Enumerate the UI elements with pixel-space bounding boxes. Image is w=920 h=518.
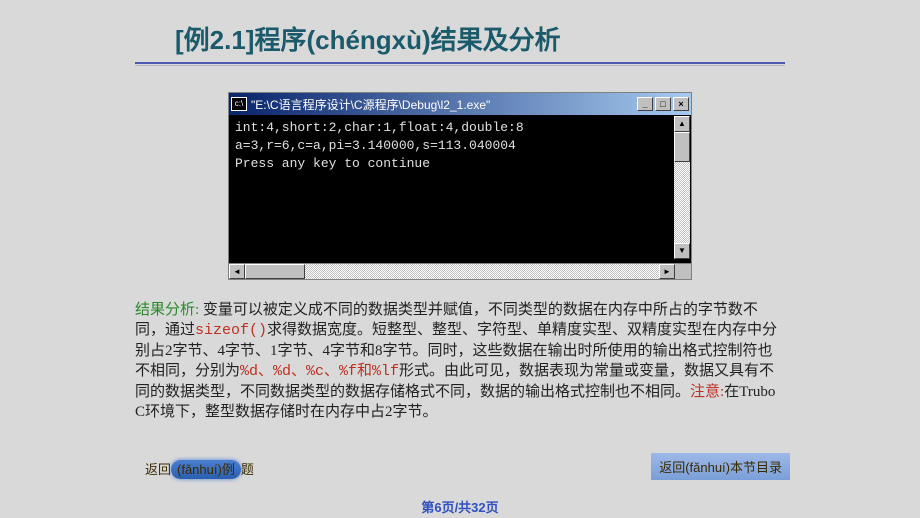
titlebar-text: "E:\C语言程序设计\C源程序\Debug\l2_1.exe": [251, 96, 637, 113]
scroll-thumb[interactable]: [674, 132, 690, 162]
nav-back-example[interactable]: 返回(fǎnhuí)例题: [145, 459, 254, 478]
console-output: int:4,short:2,char:1,float:4,double:8 a=…: [229, 115, 691, 263]
window-titlebar[interactable]: c:\ "E:\C语言程序设计\C源程序\Debug\l2_1.exe" _ □…: [229, 93, 691, 115]
console-line: Press any key to continue: [235, 156, 430, 171]
nav-left-pill: (fǎnhuí)例: [171, 460, 241, 479]
title-rule: [135, 62, 785, 66]
hscroll-thumb[interactable]: [245, 264, 305, 279]
scroll-right-icon[interactable]: ►: [659, 264, 675, 279]
nav-back-section[interactable]: 返回(fǎnhuí)本节目录: [651, 453, 790, 480]
vertical-scrollbar[interactable]: ▲ ▼: [674, 116, 690, 259]
minimize-button[interactable]: _: [637, 97, 653, 111]
hscroll-track[interactable]: [245, 264, 659, 279]
scroll-track[interactable]: [674, 162, 690, 243]
note-label: 注意:: [690, 384, 724, 400]
code-sizeof: sizeof(): [195, 322, 267, 339]
nav-left-prefix: 返回: [145, 462, 171, 477]
window-controls: _ □ ×: [637, 97, 689, 111]
console-line: a=3,r=6,c=a,pi=3.140000,s=113.040004: [235, 138, 516, 153]
scroll-down-icon[interactable]: ▼: [674, 243, 690, 259]
close-button[interactable]: ×: [673, 97, 689, 111]
slide-title: [例2.1]程序(chéngxù)结果及分析: [135, 20, 785, 57]
scroll-up-icon[interactable]: ▲: [674, 116, 690, 132]
code-format: %d、%d、%c、%f和%lf: [240, 363, 399, 380]
app-icon: c:\: [231, 97, 247, 111]
analysis-text: 结果分析: 变量可以被定义成不同的数据类型并赋值，不同类型的数据在内存中所占的字…: [135, 300, 785, 422]
scroll-left-icon[interactable]: ◄: [229, 264, 245, 279]
slide-container: [例2.1]程序(chéngxù)结果及分析 c:\ "E:\C语言程序设计\C…: [0, 0, 920, 518]
console-window: c:\ "E:\C语言程序设计\C源程序\Debug\l2_1.exe" _ □…: [228, 92, 692, 280]
horizontal-scrollbar[interactable]: ◄ ►: [229, 263, 691, 279]
page-footer: 第6页/共32页: [0, 497, 920, 516]
analysis-label: 结果分析:: [135, 302, 199, 318]
nav-left-suffix: 题: [241, 462, 254, 477]
maximize-button[interactable]: □: [655, 97, 671, 111]
console-line: int:4,short:2,char:1,float:4,double:8: [235, 120, 524, 135]
scrollbar-corner: [675, 264, 691, 279]
